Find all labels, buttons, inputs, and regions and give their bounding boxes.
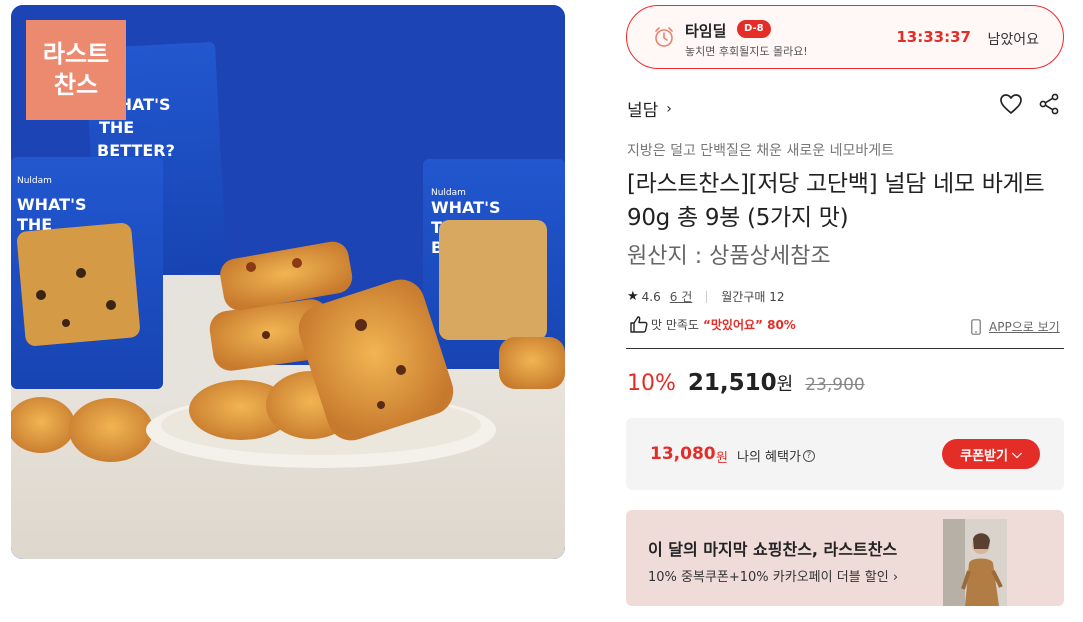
- banner-title: 이 달의 마지막 쇼핑찬스, 라스트찬스: [648, 540, 898, 559]
- time-deal-title: 타임딜: [685, 22, 727, 40]
- benefit-box: 13,080 원 나의 혜택가 ? 쿠폰받기 ⌵: [626, 418, 1064, 490]
- alarm-clock-icon: [655, 27, 673, 47]
- chevron-down-icon: ⌵: [1011, 446, 1022, 462]
- mobile-phone-icon: [971, 318, 981, 335]
- dday-badge: D-8: [737, 20, 771, 38]
- heart-icon[interactable]: [999, 93, 1023, 115]
- svg-text:THE: THE: [99, 118, 134, 137]
- svg-text:WHAT'S: WHAT'S: [431, 198, 501, 217]
- app-view-link[interactable]: APP으로 보기: [971, 318, 1060, 335]
- app-view-label: APP으로 보기: [989, 320, 1060, 334]
- rating-score: 4.6: [641, 289, 661, 304]
- discount-rate: 10%: [627, 371, 676, 396]
- taste-value: “맛있어요” 80%: [702, 318, 796, 332]
- product-origin: 원산지 : 상품상세참조: [627, 244, 831, 269]
- svg-text:WHAT'S: WHAT'S: [17, 195, 87, 214]
- chevron-right-icon: ›: [666, 100, 672, 117]
- badge-line1: 라스트: [42, 40, 110, 68]
- time-deal-subtitle: 놓치면 후회될지도 몰라요!: [685, 45, 808, 58]
- countdown-timer: 13:33:37: [896, 28, 971, 46]
- taste-satisfaction: 맛 만족도 “맛있어요” 80%: [629, 315, 796, 334]
- currency-unit: 원: [776, 374, 794, 395]
- package-left: Nuldam WHAT'S THE BETTER?: [11, 157, 163, 389]
- monthly-purchase: 월간구매 12: [721, 290, 785, 304]
- benefit-currency: 원: [716, 451, 728, 466]
- price-row: 10% 21,510 원 23,900: [627, 370, 865, 396]
- help-icon[interactable]: ?: [802, 449, 815, 462]
- share-icon[interactable]: [1038, 93, 1060, 115]
- brand-link[interactable]: 널담 ›: [627, 96, 672, 122]
- rating-row: ★ 4.6 6 건 월간구매 12: [627, 288, 785, 305]
- coupon-download-button[interactable]: 쿠폰받기 ⌵: [942, 439, 1040, 469]
- brand-name: 널담: [627, 101, 659, 121]
- benefit-price: 13,080: [650, 444, 716, 464]
- last-chance-promo-banner[interactable]: 이 달의 마지막 쇼핑찬스, 라스트찬스 10% 중복쿠폰+10% 카카오페이 …: [626, 510, 1064, 606]
- time-deal-banner[interactable]: 타임딜 D-8 놓치면 후회될지도 몰라요! 13:33:37 남았어요: [626, 5, 1064, 69]
- coupon-button-label: 쿠폰받기: [960, 448, 1008, 464]
- product-title: [라스트찬스][저당 고단백] 널담 네모 바게트 90g 총 9봉 (5가지 …: [627, 171, 1045, 231]
- last-chance-badge: 라스트 찬스: [26, 20, 126, 120]
- review-count-link[interactable]: 6 건: [670, 288, 693, 305]
- sale-price: 21,510: [687, 370, 777, 396]
- taste-label: 맛 만족도: [651, 318, 699, 332]
- benefit-label: 나의 혜택가 ?: [737, 446, 815, 465]
- thumbs-up-icon: [630, 316, 648, 333]
- star-icon: ★: [627, 289, 639, 304]
- original-price: 23,900: [805, 375, 865, 395]
- section-divider: [626, 348, 1064, 349]
- svg-text:Nuldam: Nuldam: [17, 176, 52, 186]
- divider: [706, 290, 708, 303]
- benefit-label-text: 나의 혜택가: [737, 450, 801, 465]
- product-image: WHAT'S THE BETTER? Nuldam WHAT'S THE BET…: [11, 5, 565, 559]
- banner-subtitle: 10% 중복쿠폰+10% 카카오페이 더블 할인 ›: [648, 570, 899, 585]
- remain-label: 남았어요: [987, 32, 1039, 48]
- product-subtitle: 지방은 덜고 단백질은 채운 새로운 네모바게트: [627, 143, 894, 159]
- svg-text:Nuldam: Nuldam: [431, 188, 466, 198]
- badge-line2: 찬스: [53, 71, 99, 99]
- banner-model-photo: [943, 519, 1007, 606]
